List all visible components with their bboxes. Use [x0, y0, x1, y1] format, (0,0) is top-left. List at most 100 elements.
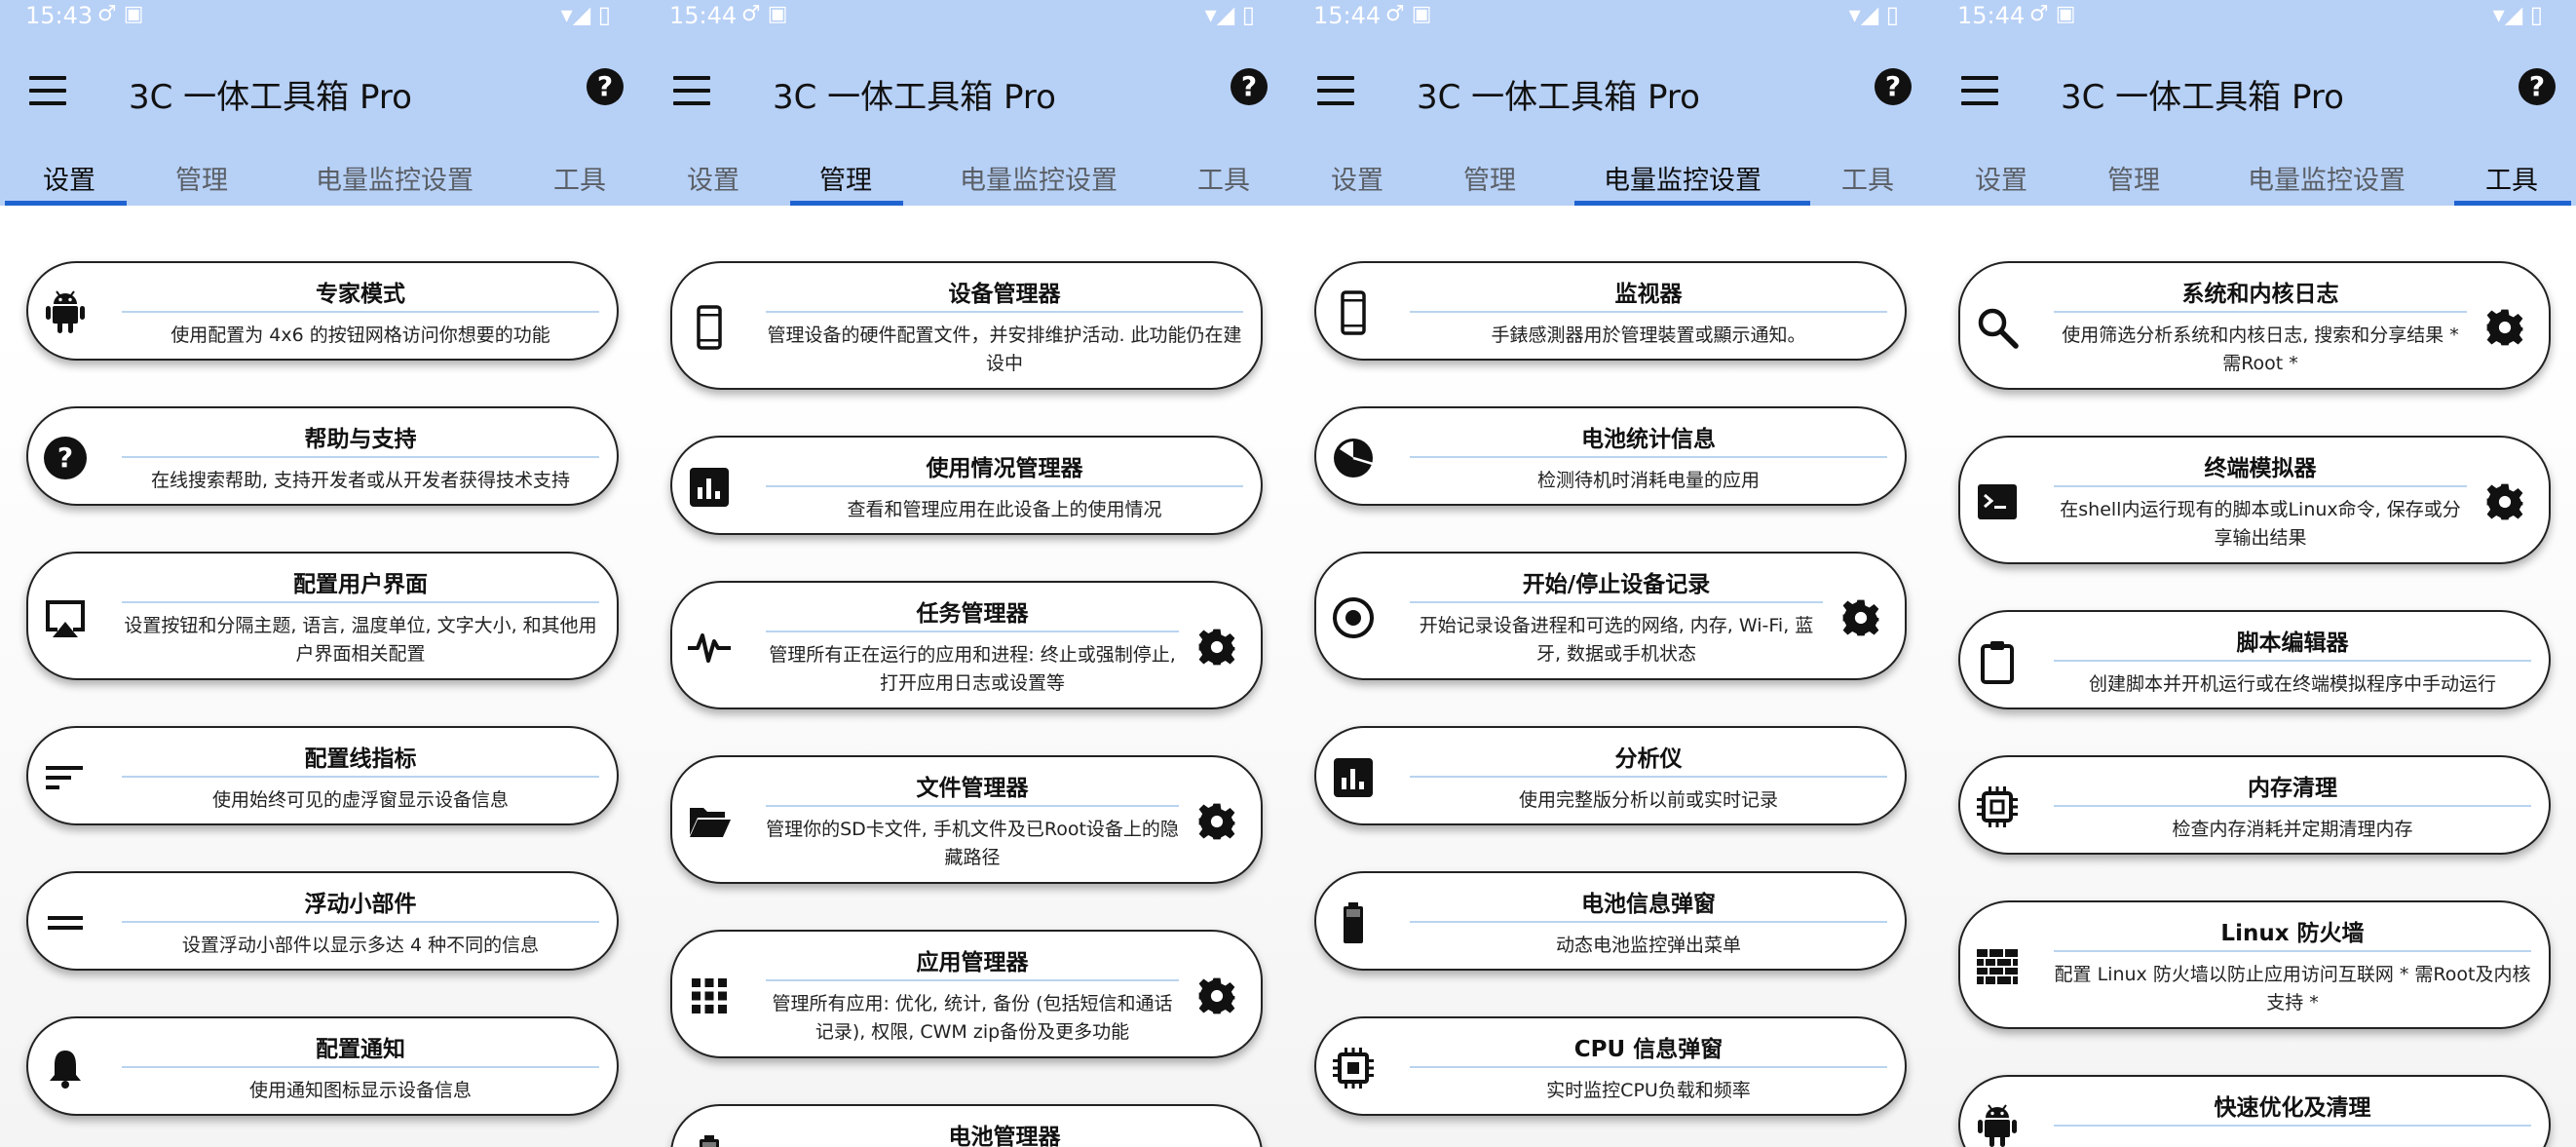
- card-divider: [766, 805, 1179, 807]
- hamburger-menu-icon[interactable]: [1317, 76, 1354, 105]
- feature-card[interactable]: 文件管理器 管理你的SD卡文件, 手机文件及已Root设备上的隐藏路径: [670, 755, 1263, 884]
- help-circle-icon: ?: [42, 435, 89, 481]
- card-title: 配置用户界面: [293, 572, 428, 597]
- help-icon[interactable]: ?: [587, 68, 624, 105]
- gear-icon[interactable]: [1196, 975, 1237, 1016]
- gear-icon[interactable]: [1196, 801, 1237, 842]
- card-description: 创建脚本并开机运行或在终端模拟程序中手动运行: [2088, 673, 2496, 695]
- feature-card[interactable]: 内存清理 检查内存消耗并定期清理内存: [1958, 755, 2551, 855]
- status-notification-icons: ♂ ▣: [2029, 2, 2076, 26]
- tab-3[interactable]: 电量监控设置: [960, 159, 1118, 197]
- hamburger-menu-icon[interactable]: [1961, 76, 1998, 105]
- card-divider: [1410, 776, 1887, 778]
- feature-card[interactable]: 终端模拟器 在shell内运行现有的脚本或Linux命令, 保存或分享输出结果: [1958, 436, 2551, 564]
- feature-card[interactable]: 快速优化及清理: [1958, 1075, 2551, 1147]
- card-divider: [766, 979, 1179, 981]
- card-title: 浮动小部件: [304, 892, 417, 917]
- card-title: 监视器: [1614, 282, 1683, 307]
- feature-card[interactable]: 电池信息弹窗 动态电池监控弹出菜单: [1314, 871, 1907, 971]
- card-title: 电池信息弹窗: [1581, 892, 1716, 917]
- feature-card[interactable]: 配置通知 使用通知图标显示设备信息: [26, 1016, 619, 1116]
- tab-3[interactable]: 电量监控设置: [316, 159, 474, 197]
- feature-card[interactable]: 应用管理器 管理所有应用: 优化, 统计, 备份 (包括短信和通话记录), 权限,…: [670, 930, 1263, 1058]
- tab-1[interactable]: 设置: [43, 159, 95, 197]
- feature-card[interactable]: 系统和内核日志 使用筛选分析系统和内核日志, 搜索和分享结果 * 需Root *: [1958, 261, 2551, 390]
- record-icon: [1330, 594, 1377, 641]
- card-description: 管理设备的硬件配置文件，并安排维护活动. 此功能仍在建设中: [767, 325, 1242, 374]
- feature-card[interactable]: 分析仪 使用完整版分析以前或实时记录: [1314, 726, 1907, 825]
- help-icon[interactable]: ?: [1875, 68, 1912, 105]
- battery-icon: [686, 1132, 733, 1147]
- card-description: 检测待机时消耗电量的应用: [1536, 470, 1760, 491]
- card-title: Linux 防火墙: [2220, 921, 2365, 946]
- tab-2[interactable]: 管理: [1463, 159, 1516, 197]
- tab-1[interactable]: 设置: [687, 159, 739, 197]
- status-time: 15:44: [1957, 2, 2026, 29]
- tab-4[interactable]: 工具: [553, 159, 606, 197]
- card-divider: [122, 456, 599, 458]
- card-description: 实时监控CPU负载和频率: [1546, 1080, 1751, 1101]
- card-divider: [2054, 485, 2467, 487]
- short-lines-icon: [42, 754, 89, 801]
- tab-1[interactable]: 设置: [1331, 159, 1383, 197]
- feature-card[interactable]: 配置用户界面 设置按钮和分隔主题, 语言, 温度单位, 文字大小, 和其他用户界面…: [26, 552, 619, 680]
- tab-4[interactable]: 工具: [2485, 159, 2538, 197]
- feature-card[interactable]: CPU 信息弹窗 实时监控CPU负载和频率: [1314, 1016, 1907, 1116]
- feature-card[interactable]: 设备管理器管理设备的硬件配置文件，并安排维护活动. 此功能仍在建设中: [670, 261, 1263, 390]
- status-system-icons: ▾◢ ▯: [2492, 1, 2543, 28]
- card-description: 检查内存消耗并定期清理内存: [2172, 819, 2413, 840]
- card-title: 使用情况管理器: [926, 456, 1083, 481]
- gear-icon[interactable]: [1840, 597, 1881, 638]
- app-bar: 15:44 ♂ ▣ ▾◢ ▯ 3C 一体工具箱 Pro? 设置 管理 电量监控设置 工具: [1288, 0, 1932, 206]
- feature-card[interactable]: 监视器 手錶感測器用於管理裝置或顯示通知。: [1314, 261, 1907, 361]
- status-time: 15:44: [1313, 2, 1382, 29]
- hamburger-menu-icon[interactable]: [29, 76, 66, 105]
- tab-3[interactable]: 电量监控设置: [1604, 159, 1762, 197]
- feature-card[interactable]: 专家模式 使用配置为 4x6 的按钮网格访问你想要的功能: [26, 261, 619, 361]
- feature-card[interactable]: Linux 防火墙 配置 Linux 防火墙以防止应用访问互联网 * 需Root及…: [1958, 900, 2551, 1029]
- feature-card[interactable]: 开始/停止设备记录 开始记录设备进程和可选的网络, 内存, Wi-Fi, 蓝牙, …: [1314, 552, 1907, 680]
- feature-card[interactable]: 脚本编辑器 创建脚本并开机运行或在终端模拟程序中手动运行: [1958, 610, 2551, 709]
- gear-icon[interactable]: [1196, 627, 1237, 668]
- app-bar: 15:44 ♂ ▣ ▾◢ ▯ 3C 一体工具箱 Pro? 设置 管理 电量监控设置 工具: [1932, 0, 2576, 206]
- tab-1[interactable]: 设置: [1975, 159, 2027, 197]
- help-icon[interactable]: ?: [1231, 68, 1268, 105]
- gear-icon[interactable]: [2484, 307, 2525, 348]
- feature-card[interactable]: ? 帮助与支持 在线搜索帮助, 支持开发者或从开发者获得技术支持: [26, 406, 619, 506]
- card-title: 配置线指标: [304, 746, 417, 772]
- card-divider: [122, 921, 599, 923]
- app-bar: 15:44 ♂ ▣ ▾◢ ▯ 3C 一体工具箱 Pro? 设置 管理 电量监控设置 工具: [644, 0, 1288, 206]
- status-system-icons: ▾◢ ▯: [1848, 1, 1899, 28]
- tab-2[interactable]: 管理: [175, 159, 228, 197]
- svg-text:?: ?: [57, 441, 73, 474]
- card-title: 终端模拟器: [2204, 456, 2317, 481]
- feature-card[interactable]: 任务管理器 管理所有正在运行的应用和进程: 终止或强制停止, 打开应用日志或设置等: [670, 581, 1263, 709]
- card-title: 开始/停止设备记录: [1522, 572, 1711, 597]
- feature-card[interactable]: 使用情况管理器查看和管理应用在此设备上的使用情况: [670, 436, 1263, 535]
- active-tab-indicator: [790, 201, 903, 206]
- gear-icon[interactable]: [2484, 481, 2525, 522]
- card-title: 设备管理器: [948, 282, 1061, 307]
- card-title: 任务管理器: [916, 601, 1029, 627]
- status-bar: 15:43 ♂ ▣ ▾◢ ▯: [0, 0, 644, 35]
- tab-2[interactable]: 管理: [819, 159, 872, 197]
- feature-card[interactable]: 浮动小部件 设置浮动小部件以显示多达 4 种不同的信息: [26, 871, 619, 971]
- status-notification-icons: ♂ ▣: [741, 2, 788, 26]
- feature-card[interactable]: 配置线指标 使用始终可见的虚浮窗显示设备信息: [26, 726, 619, 825]
- feature-card[interactable]: 电池管理器: [670, 1104, 1263, 1147]
- tab-2[interactable]: 管理: [2107, 159, 2160, 197]
- card-description: 查看和管理应用在此设备上的使用情况: [847, 499, 1162, 520]
- status-time: 15:43: [25, 2, 94, 29]
- card-divider: [122, 1066, 599, 1068]
- feature-card[interactable]: 电池统计信息 检测待机时消耗电量的应用: [1314, 406, 1907, 506]
- tab-4[interactable]: 工具: [1841, 159, 1894, 197]
- tab-3[interactable]: 电量监控设置: [2248, 159, 2406, 197]
- phone-icon: [686, 304, 733, 351]
- hamburger-menu-icon[interactable]: [673, 76, 710, 105]
- card-description: 管理所有应用: 优化, 统计, 备份 (包括短信和通话记录), 权限, CWM …: [772, 993, 1173, 1043]
- active-tab-indicator: [5, 201, 127, 206]
- help-icon[interactable]: ?: [2519, 68, 2556, 105]
- card-description: 在线搜索帮助, 支持开发者或从开发者获得技术支持: [150, 470, 571, 491]
- equals-icon: [42, 899, 89, 946]
- tab-4[interactable]: 工具: [1197, 159, 1250, 197]
